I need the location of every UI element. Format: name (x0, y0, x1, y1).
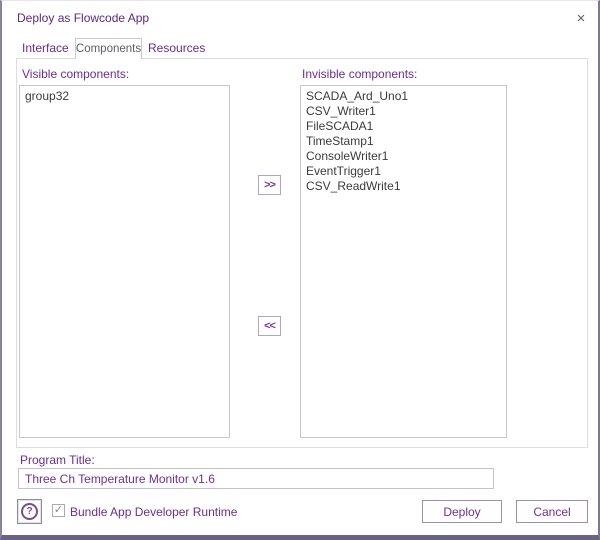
bundle-runtime-label[interactable]: Bundle App Developer Runtime (70, 505, 237, 519)
deploy-button[interactable]: Deploy (422, 500, 502, 523)
tab-components[interactable]: Components (75, 38, 142, 59)
close-icon[interactable]: × (571, 8, 591, 28)
visible-components-label: Visible components: (22, 67, 129, 81)
tab-resources[interactable]: Resources (148, 41, 205, 55)
list-item[interactable]: ConsoleWriter1 (306, 149, 506, 164)
list-item[interactable]: SCADA_Ard_Uno1 (306, 89, 506, 104)
dialog-title: Deploy as Flowcode App (17, 11, 149, 25)
visible-components-listbox[interactable]: group32 (19, 85, 230, 438)
list-item[interactable]: CSV_Writer1 (306, 104, 506, 119)
deploy-dialog: Deploy as Flowcode App × Interface Compo… (0, 0, 600, 540)
list-item[interactable]: CSV_ReadWrite1 (306, 179, 506, 194)
list-item[interactable]: TimeStamp1 (306, 134, 506, 149)
help-button[interactable]: ? (17, 499, 42, 524)
move-left-button[interactable]: << (258, 316, 281, 336)
help-icon: ? (21, 503, 38, 520)
cancel-button[interactable]: Cancel (516, 500, 588, 523)
program-title-label: Program Title: (20, 453, 95, 467)
program-title-input[interactable] (18, 468, 494, 489)
bundle-runtime-checkbox[interactable]: ✓ (52, 504, 65, 517)
invisible-components-label: Invisible components: (302, 67, 417, 81)
list-item[interactable]: EventTrigger1 (306, 164, 506, 179)
move-right-button[interactable]: >> (258, 175, 281, 195)
list-item[interactable]: group32 (25, 89, 229, 104)
tab-interface[interactable]: Interface (22, 41, 69, 55)
checkmark-icon: ✓ (54, 505, 63, 516)
invisible-components-listbox[interactable]: SCADA_Ard_Uno1 CSV_Writer1 FileSCADA1 Ti… (300, 85, 507, 438)
list-item[interactable]: FileSCADA1 (306, 119, 506, 134)
